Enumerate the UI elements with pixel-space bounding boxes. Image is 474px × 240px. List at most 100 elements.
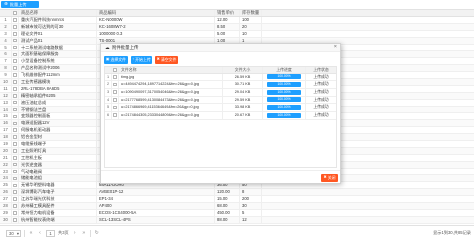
row-checkbox[interactable] xyxy=(13,73,17,77)
prev-page-icon[interactable]: ‹ xyxy=(37,230,43,237)
row-checkbox[interactable] xyxy=(13,25,17,29)
row-checkbox[interactable] xyxy=(13,149,17,153)
record-summary: 显示1到30,共85记录 xyxy=(433,230,471,235)
table-header: 商品名称 商品编码 销售单价 库存数量 xyxy=(0,9,474,17)
product-name: 杭州智能仪表终端 xyxy=(19,216,97,223)
row-checkbox[interactable] xyxy=(13,100,17,105)
row-checkbox[interactable] xyxy=(13,52,17,57)
select-files-button[interactable]: ▣ 选择文件 xyxy=(104,56,128,64)
file-row: 4 u=2177768599,4130084473&fm=26&gp=0.jpg 2… xyxy=(105,96,336,105)
row-checkbox[interactable] xyxy=(13,183,17,188)
file-checkbox[interactable] xyxy=(113,82,117,87)
file-checkbox[interactable] xyxy=(113,98,117,102)
upload-status: 上传成功 xyxy=(313,112,329,117)
select-all-files-checkbox[interactable] xyxy=(113,67,117,72)
row-number: 29 xyxy=(0,209,12,216)
table-row[interactable]: 29 常州恒力电机设备 ECOS-1CS4000-5A 450.00 5 xyxy=(0,209,474,217)
file-name: u=2174866969,4115364649&fm=26&gp=0.jpg xyxy=(119,104,223,111)
file-checkbox[interactable] xyxy=(113,75,117,79)
folder-icon: ▣ xyxy=(105,57,110,62)
batch-upload-label: 批量上传 xyxy=(9,1,27,7)
file-index: 6 xyxy=(105,111,112,119)
product-name: 伺服电机驱动器 xyxy=(19,127,97,134)
table-row[interactable]: 3 理论文件01 1000000 0.3 5.00 10 xyxy=(0,30,474,38)
checkbox-cell xyxy=(12,85,19,92)
first-page-icon[interactable]: « xyxy=(28,230,34,237)
product-qty: 200 xyxy=(240,196,262,203)
row-checkbox[interactable] xyxy=(13,204,17,208)
row-number: 22 xyxy=(0,161,12,168)
file-checkbox[interactable] xyxy=(113,105,117,110)
row-checkbox[interactable] xyxy=(13,155,17,160)
table-row[interactable]: 1 重庆汽配件科技nnmrcs KC-N0000W 12.00 100 xyxy=(0,17,474,24)
row-number: 20 xyxy=(0,147,12,154)
checkbox-cell xyxy=(12,51,19,58)
start-upload-button[interactable]: ↑ 开始上传 xyxy=(131,56,152,64)
row-checkbox[interactable] xyxy=(13,217,17,222)
close-icon[interactable]: × xyxy=(334,44,337,51)
table-row[interactable]: 27 江苏华瑞光伏科技 EP1-34 15.00 200 xyxy=(0,196,474,204)
row-checkbox[interactable] xyxy=(13,66,17,70)
page-size-select[interactable]: 30 ▾ xyxy=(6,229,21,237)
header-name[interactable]: 商品名称 xyxy=(19,10,97,16)
clear-files-label: 清空文件 xyxy=(160,57,177,62)
product-name: 苏州精工模具配件 xyxy=(19,203,97,209)
table-row[interactable]: 28 苏州精工模具配件 AP400 68.00 30 xyxy=(0,203,474,210)
dialog-titlebar[interactable]: ☁ 附件批量上传 × xyxy=(101,44,340,52)
header-code[interactable]: 商品编码 xyxy=(97,10,215,16)
row-number: 5 xyxy=(0,44,12,51)
page-number-input[interactable]: 1 xyxy=(46,229,55,237)
row-checkbox[interactable] xyxy=(13,45,17,50)
checkbox-cell xyxy=(12,127,19,134)
row-checkbox[interactable] xyxy=(13,197,17,201)
select-all-checkbox[interactable] xyxy=(13,11,17,15)
file-checkbox[interactable] xyxy=(113,90,117,95)
row-checkbox[interactable] xyxy=(13,142,17,146)
row-checkbox[interactable] xyxy=(13,169,17,174)
row-checkbox[interactable] xyxy=(13,107,17,112)
batch-upload-button[interactable]: ⊕ 批量上传 xyxy=(1,1,39,8)
upload-status: 上传成功 xyxy=(313,89,329,94)
table-row[interactable]: 2 新城市效可达到的可30 KC-1608W7-2 8.50 20 xyxy=(0,23,474,31)
progress-cell: 100.00% xyxy=(263,73,306,81)
progress-cell: 100.00% xyxy=(263,88,306,96)
header-status: 上传状态 xyxy=(313,67,329,72)
empty-cell xyxy=(262,210,474,216)
product-name: 液压油缸总成 xyxy=(19,99,97,106)
table-row[interactable]: 30 杭州智能仪表终端 SCL-13SCL-4PS 88.00 12 xyxy=(0,216,474,224)
product-code: AVBE01P-12 xyxy=(97,189,215,196)
row-checkbox[interactable] xyxy=(13,121,17,126)
row-checkbox[interactable] xyxy=(13,87,17,91)
last-page-icon[interactable]: » xyxy=(81,230,87,237)
table-row[interactable]: 26 深圳博彩汽车电子 AVBE01P-12 120.00 8 xyxy=(0,189,474,197)
checkbox-cell xyxy=(12,17,19,23)
row-checkbox[interactable] xyxy=(13,211,17,215)
row-checkbox[interactable] xyxy=(13,135,17,139)
row-checkbox[interactable] xyxy=(13,93,17,98)
next-page-icon[interactable]: › xyxy=(72,230,78,237)
product-name: 江苏华瑞光伏科技 xyxy=(19,196,97,203)
row-checkbox[interactable] xyxy=(13,176,17,181)
row-number: 1 xyxy=(0,17,12,23)
row-checkbox[interactable] xyxy=(13,38,17,43)
row-checkbox[interactable] xyxy=(13,190,17,194)
header-price[interactable]: 销售单价 xyxy=(215,10,240,16)
row-checkbox[interactable] xyxy=(13,31,17,36)
header-empty xyxy=(262,10,474,16)
row-checkbox[interactable] xyxy=(13,80,17,84)
row-checkbox[interactable] xyxy=(13,162,17,167)
row-checkbox[interactable] xyxy=(13,128,17,132)
header-file-size: 文件大小 xyxy=(223,67,263,73)
row-checkbox[interactable] xyxy=(13,114,17,119)
header-qty[interactable]: 库存数量 xyxy=(240,10,262,16)
checkbox-cell xyxy=(12,141,19,147)
upload-icon: ↑ xyxy=(132,57,135,62)
row-checkbox[interactable] xyxy=(13,18,17,22)
row-checkbox[interactable] xyxy=(13,59,17,64)
checkbox-cell xyxy=(12,30,19,37)
close-button[interactable]: ✖ 关闭 xyxy=(321,174,338,182)
file-checkbox[interactable] xyxy=(113,113,117,118)
product-name: 小型设备控制系统 xyxy=(19,58,97,65)
clear-files-button[interactable]: ✖ 清空文件 xyxy=(155,56,178,64)
refresh-icon[interactable]: ↻ xyxy=(94,230,100,237)
